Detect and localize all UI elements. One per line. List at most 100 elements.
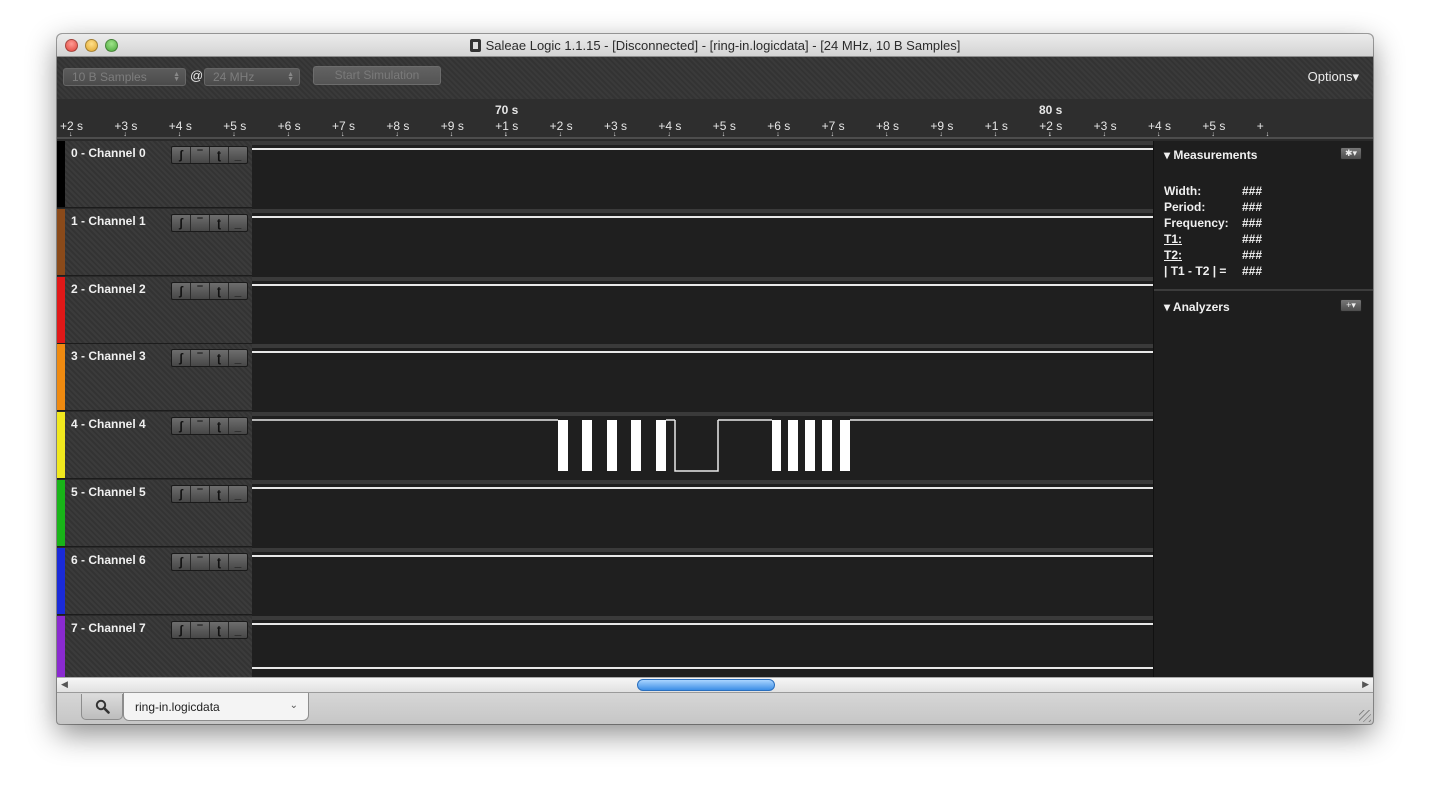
high-level-trigger-button[interactable]: ‾ — [191, 554, 210, 570]
channel-name[interactable]: 1 - Channel 1 — [71, 214, 146, 228]
trigger-selector: ʃ ‾ ʈ _ — [171, 214, 248, 232]
waveform-row[interactable] — [252, 616, 1153, 683]
channel-row[interactable]: 6 - Channel 6 ʃ ‾ ʈ _ — [57, 548, 252, 615]
down-arrow-icon: ↓ — [1157, 131, 1161, 138]
signal-high-line — [252, 284, 1153, 286]
high-level-trigger-button[interactable]: ‾ — [191, 418, 210, 434]
rising-edge-trigger-button[interactable]: ʃ — [172, 418, 191, 434]
channel-name[interactable]: 4 - Channel 4 — [71, 417, 146, 431]
title-bar: Saleae Logic 1.1.15 - [Disconnected] - [… — [57, 34, 1373, 57]
channel-name[interactable]: 7 - Channel 7 — [71, 621, 146, 635]
falling-edge-trigger-button[interactable]: ʈ — [210, 350, 229, 366]
time-ruler[interactable]: 70 s 80 s ↓ ↓ +2 s ↓ +3 s ↓ +4 s ↓ +5 s ↓ +6 s ↓ +… — [57, 99, 1373, 139]
low-level-trigger-button[interactable]: _ — [229, 418, 247, 434]
low-level-trigger-button[interactable]: _ — [229, 622, 247, 638]
high-level-trigger-button[interactable]: ‾ — [191, 283, 210, 299]
measurement-value: ### — [1242, 216, 1263, 230]
file-tab[interactable]: ring-in.logicdata ⌄ — [123, 693, 309, 721]
scroll-left-arrow-icon[interactable]: ◀ — [61, 679, 68, 690]
start-simulation-button[interactable]: Start Simulation — [313, 66, 441, 85]
panel-divider[interactable] — [1154, 289, 1373, 291]
rising-edge-trigger-button[interactable]: ʃ — [172, 486, 191, 502]
t2-marker-link[interactable]: T2: — [1164, 248, 1182, 262]
channel-row[interactable]: 2 - Channel 2 ʃ ‾ ʈ _ — [57, 277, 252, 344]
falling-edge-trigger-button[interactable]: ʈ — [210, 283, 229, 299]
channel-name[interactable]: 3 - Channel 3 — [71, 349, 146, 363]
falling-edge-trigger-button[interactable]: ʈ — [210, 486, 229, 502]
falling-edge-trigger-button[interactable]: ʈ — [210, 554, 229, 570]
down-arrow-icon: ↓ — [885, 131, 889, 138]
down-arrow-icon: ↓ — [830, 131, 835, 138]
low-level-trigger-button[interactable]: _ — [229, 554, 247, 570]
rising-edge-trigger-button[interactable]: ʃ — [172, 147, 191, 163]
add-analyzer-button[interactable]: +▾ — [1340, 299, 1362, 312]
trigger-selector: ʃ ‾ ʈ _ — [171, 417, 248, 435]
measurement-label: Frequency: — [1164, 216, 1229, 230]
channel-name[interactable]: 2 - Channel 2 — [71, 282, 146, 296]
falling-edge-trigger-button[interactable]: ʈ — [210, 147, 229, 163]
timeline-tick-label: + — [1256, 119, 1264, 133]
options-menu[interactable]: Options▾ — [1308, 69, 1359, 85]
measurements-title: Measurements — [1173, 148, 1258, 162]
waveform-row[interactable] — [252, 209, 1153, 276]
channel-row[interactable]: 0 - Channel 0 ʃ ‾ ʈ _ — [57, 141, 252, 208]
low-level-trigger-button[interactable]: _ — [229, 283, 247, 299]
scroll-right-arrow-icon[interactable]: ▶ — [1362, 679, 1369, 690]
search-tab[interactable] — [81, 694, 123, 720]
waveform-row[interactable] — [252, 141, 1153, 208]
high-level-trigger-button[interactable]: ‾ — [191, 215, 210, 231]
gear-icon: ✱▾ — [1344, 148, 1358, 158]
waveform-row[interactable] — [252, 548, 1153, 615]
analyzers-header[interactable]: ▾ Analyzers — [1164, 300, 1230, 314]
chevron-down-icon[interactable]: ⌄ — [290, 700, 298, 711]
channel-name[interactable]: 5 - Channel 5 — [71, 485, 146, 499]
channel-row[interactable]: 1 - Channel 1 ʃ ‾ ʈ _ — [57, 209, 252, 276]
rising-edge-trigger-button[interactable]: ʃ — [172, 554, 191, 570]
t1-marker-link[interactable]: T1: — [1164, 232, 1182, 246]
high-level-trigger-button[interactable]: ‾ — [191, 622, 210, 638]
channel-row[interactable]: 5 - Channel 5 ʃ ‾ ʈ _ — [57, 480, 252, 547]
channel-row[interactable]: 3 - Channel 3 ʃ ‾ ʈ _ — [57, 344, 252, 411]
tab-bar: ring-in.logicdata ⌄ — [57, 692, 1373, 724]
rising-edge-trigger-button[interactable]: ʃ — [172, 622, 191, 638]
down-arrow-icon: ↓ — [286, 131, 291, 138]
trigger-selector: ʃ ‾ ʈ _ — [171, 485, 248, 503]
measurements-header[interactable]: ▾ Measurements — [1164, 148, 1257, 162]
channel-row[interactable]: 7 - Channel 7 ʃ ‾ ʈ _ — [57, 616, 252, 683]
high-level-trigger-button[interactable]: ‾ — [191, 147, 210, 163]
rising-edge-trigger-button[interactable]: ʃ — [172, 215, 191, 231]
low-level-trigger-button[interactable]: _ — [229, 486, 247, 502]
low-level-trigger-button[interactable]: _ — [229, 350, 247, 366]
waveform-area[interactable] — [252, 141, 1153, 683]
samples-select[interactable]: 10 B Samples ▲ ▼ — [63, 68, 186, 86]
measurements-settings-button[interactable]: ✱▾ — [1340, 147, 1362, 160]
signal-pulse — [558, 420, 568, 471]
falling-edge-trigger-button[interactable]: ʈ — [210, 622, 229, 638]
waveform-row[interactable] — [252, 344, 1153, 411]
falling-edge-trigger-button[interactable]: ʈ — [210, 418, 229, 434]
low-level-trigger-button[interactable]: _ — [229, 147, 247, 163]
sample-rate-select[interactable]: 24 MHz ▲ ▼ — [204, 68, 300, 86]
down-arrow-icon: ↓ — [558, 131, 563, 138]
high-level-trigger-button[interactable]: ‾ — [191, 486, 210, 502]
high-level-trigger-button[interactable]: ‾ — [191, 350, 210, 366]
channel-color-swatch — [57, 548, 65, 614]
measurement-label: | T1 - T2 | = — [1164, 264, 1227, 278]
low-level-trigger-button[interactable]: _ — [229, 215, 247, 231]
rising-edge-trigger-button[interactable]: ʃ — [172, 350, 191, 366]
channel-color-swatch — [57, 480, 65, 546]
channel-name[interactable]: 0 - Channel 0 — [71, 146, 146, 160]
down-arrow-icon: ↓ — [721, 131, 726, 138]
scrollbar-thumb[interactable] — [637, 679, 775, 691]
waveform-row[interactable] — [252, 277, 1153, 344]
trigger-selector: ʃ ‾ ʈ _ — [171, 146, 248, 164]
horizontal-scrollbar[interactable]: ◀ ▶ — [57, 677, 1373, 692]
rising-edge-trigger-button[interactable]: ʃ — [172, 283, 191, 299]
measurement-value: ### — [1242, 264, 1263, 278]
resize-grip-icon[interactable] — [1359, 710, 1371, 722]
down-arrow-icon: ↓ — [341, 131, 345, 138]
channel-row[interactable]: 4 - Channel 4 ʃ ‾ ʈ _ — [57, 412, 252, 479]
waveform-row[interactable] — [252, 480, 1153, 547]
falling-edge-trigger-button[interactable]: ʈ — [210, 215, 229, 231]
channel-name[interactable]: 6 - Channel 6 — [71, 553, 146, 567]
